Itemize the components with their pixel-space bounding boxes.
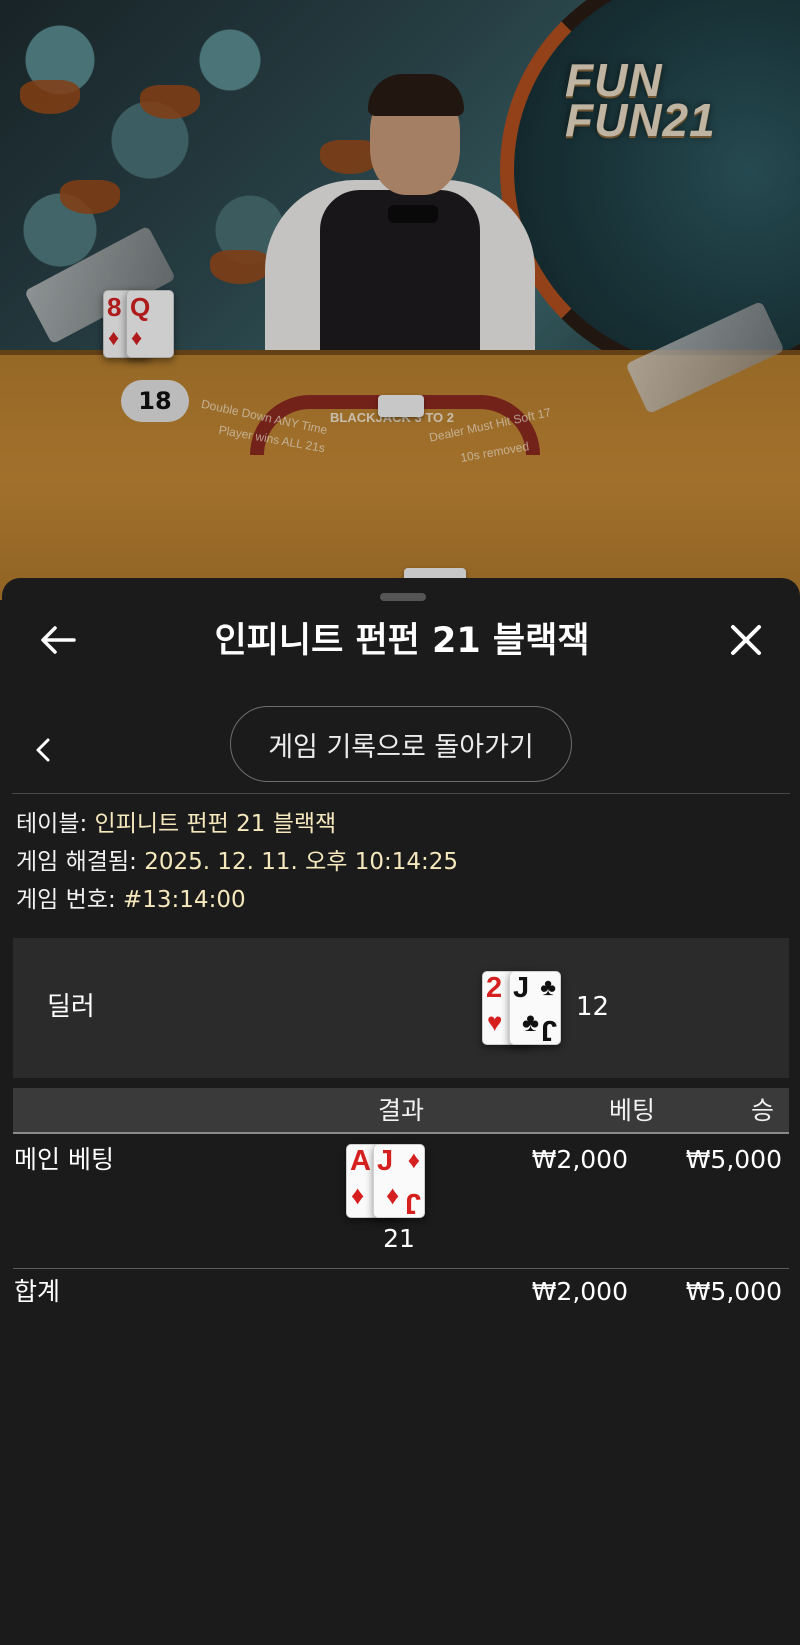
main-bet-win: ₩5,000 xyxy=(685,1145,782,1174)
dealer-total: 12 xyxy=(576,992,610,1022)
win-column-header: 승 xyxy=(751,1096,775,1125)
table-value: 인피니트 펀펀 21 블랙잭 xyxy=(94,811,337,837)
divider xyxy=(12,793,790,794)
playing-card: J ♣ ♣ J xyxy=(509,971,561,1045)
sum-label: 합계 xyxy=(14,1277,61,1306)
arrow-left-icon xyxy=(41,626,76,654)
bet-column-header: 베팅 xyxy=(609,1096,656,1125)
sheet-drag-handle[interactable] xyxy=(380,593,426,601)
main-bet-cards: A ♦ J ♦ ♦ J xyxy=(346,1144,425,1218)
back-to-history-button[interactable]: 게임 기록으로 돌아가기 xyxy=(230,706,572,782)
main-bet-hand-total: 21 xyxy=(383,1224,415,1253)
table-label: 테이블: xyxy=(16,811,88,837)
table-info-row: 테이블: 인피니트 펀펀 21 블랙잭 xyxy=(16,809,336,839)
game-history-sheet: 인피니트 펀펀 21 블랙잭 게임 기록으로 돌아가기 테이블: 인피니트 펀펀… xyxy=(2,578,800,1645)
resolved-label: 게임 해결됨: xyxy=(16,849,137,875)
game-number-value: #13:14:00 xyxy=(123,887,246,913)
main-bet-label: 메인 베팅 xyxy=(14,1145,114,1174)
sheet-title: 인피니트 펀펀 21 블랙잭 xyxy=(214,621,590,661)
game-number-row: 게임 번호: #13:14:00 xyxy=(16,885,246,915)
dealer-hand-panel: 딜러 2 ♥ J ♣ ♣ J 12 xyxy=(13,938,789,1078)
result-column-header: 결과 xyxy=(378,1096,425,1125)
chevron-left-icon xyxy=(36,738,50,762)
resolved-info-row: 게임 해결됨: 2025. 12. 11. 오후 10:14:25 xyxy=(16,847,458,877)
back-button[interactable] xyxy=(36,618,80,662)
dealer-cards: 2 ♥ J ♣ ♣ J xyxy=(482,971,561,1045)
live-video-background: FUN FUN21 BLACKJACK 3 TO 2 Double Down A… xyxy=(0,0,800,600)
sum-win-amount: ₩5,000 xyxy=(685,1277,782,1306)
game-number-label: 게임 번호: xyxy=(16,887,116,913)
playing-card: J ♦ ♦ J xyxy=(373,1144,425,1218)
main-bet-amount: ₩2,000 xyxy=(531,1145,628,1174)
results-table-header: 결과 베팅 승 xyxy=(13,1088,789,1134)
divider xyxy=(13,1268,789,1269)
dealer-label: 딜러 xyxy=(47,992,95,1022)
sum-bet-amount: ₩2,000 xyxy=(531,1277,628,1306)
previous-game-button[interactable] xyxy=(28,728,58,772)
video-dim-overlay xyxy=(0,0,800,600)
close-button[interactable] xyxy=(724,618,768,662)
resolved-value: 2025. 12. 11. 오후 10:14:25 xyxy=(144,849,459,875)
close-icon xyxy=(731,625,761,655)
